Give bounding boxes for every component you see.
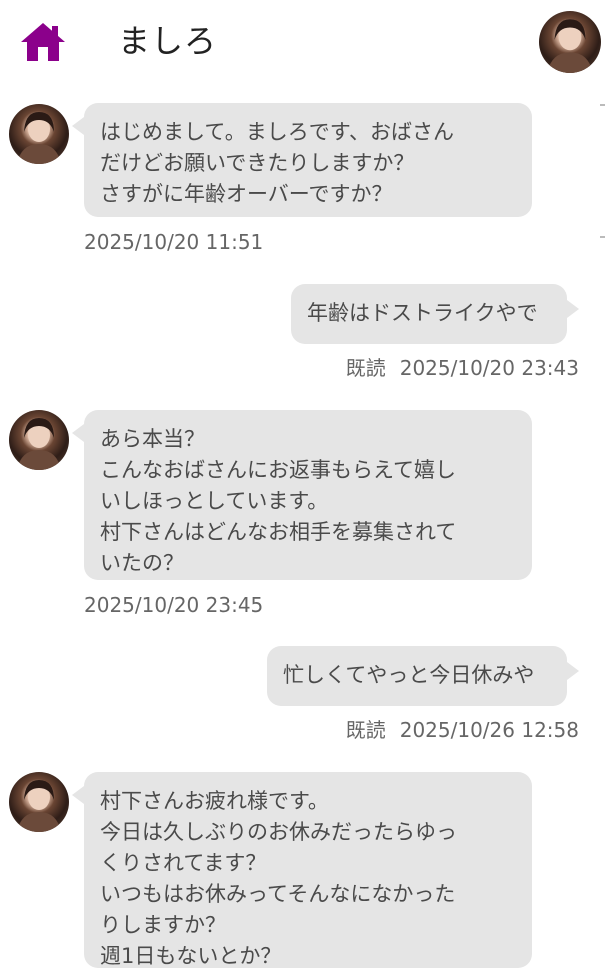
message-timestamp: 2025/10/20 23:43: [399, 356, 579, 380]
message-meta: 既読 2025/10/20 23:43: [346, 355, 579, 381]
message-bubble-incoming[interactable]: 村下さんお疲れ様です。 今日は久しぶりのお休みだったらゆっ くりされてます？ い…: [72, 772, 532, 968]
avatar-portrait-icon: [17, 112, 61, 164]
read-receipt: 既読: [345, 356, 386, 380]
avatar-portrait-icon: [547, 19, 593, 73]
message-bubble-outgoing[interactable]: 忙しくてやっと今日休みや: [267, 646, 579, 706]
message-timestamp: 2025/10/20 11:51: [84, 230, 264, 254]
scroll-indicator: [600, 104, 605, 106]
scroll-indicator: [600, 236, 605, 238]
message-bubble-outgoing[interactable]: 年齢はドストライクやで: [291, 284, 579, 344]
home-button[interactable]: [18, 20, 68, 64]
sender-avatar[interactable]: [9, 410, 69, 470]
chat-header: ましろ: [0, 0, 605, 84]
read-receipt: 既読: [345, 718, 386, 742]
message-timestamp: 2025/10/20 23:45: [84, 593, 264, 617]
message-meta: 既読 2025/10/26 12:58: [346, 717, 579, 743]
avatar-portrait-icon: [17, 780, 61, 832]
contact-avatar[interactable]: [539, 11, 601, 73]
sender-avatar[interactable]: [9, 104, 69, 164]
contact-name: ましろ: [118, 22, 218, 60]
home-icon: [21, 23, 65, 61]
message-timestamp: 2025/10/26 12:58: [399, 718, 579, 742]
sender-avatar[interactable]: [9, 772, 69, 832]
message-bubble-incoming[interactable]: あら本当？ こんなおばさんにお返事もらえて嬉し いしほっとしています。 村下さん…: [72, 410, 532, 580]
message-bubble-incoming[interactable]: はじめまして。ましろです、おばさん だけどお願いできたりしますか？ さすがに年齢…: [72, 103, 532, 217]
avatar-portrait-icon: [17, 418, 61, 470]
